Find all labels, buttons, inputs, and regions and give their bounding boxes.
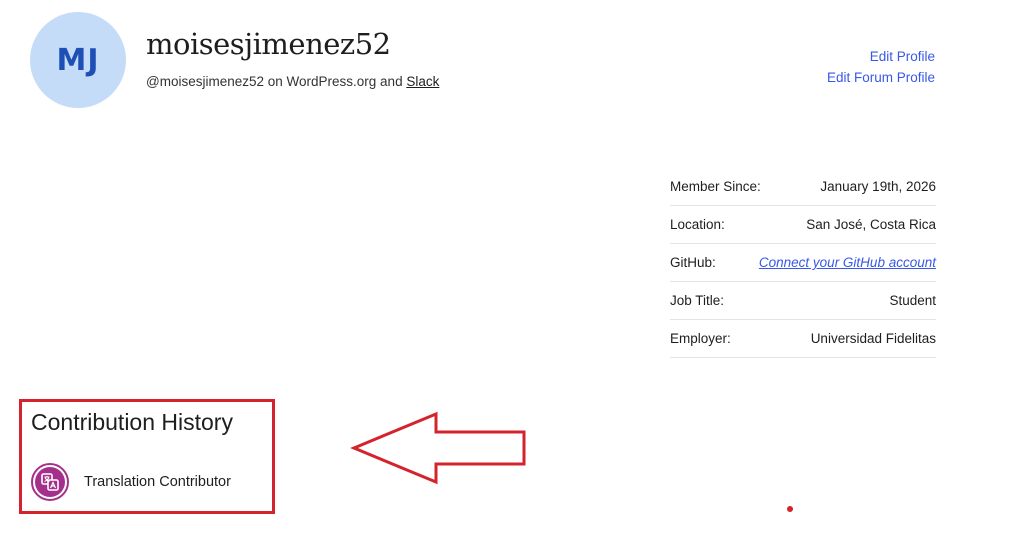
contribution-history-title: Contribution History xyxy=(31,409,233,435)
badge-label: Translation Contributor xyxy=(84,474,231,490)
edit-forum-profile-link[interactable]: Edit Forum Profile xyxy=(827,67,935,88)
profile-links: Edit Profile Edit Forum Profile xyxy=(827,46,935,88)
info-row-member-since: Member Since: January 19th, 2026 xyxy=(670,168,936,206)
profile-username: moisesjimenez52 xyxy=(146,27,391,61)
slack-link[interactable]: Slack xyxy=(406,74,439,89)
avatar: MJ xyxy=(30,12,126,108)
handle-text: @moisesjimenez52 on WordPress.org and xyxy=(146,74,407,89)
edit-profile-link[interactable]: Edit Profile xyxy=(827,46,935,67)
annotation-dot-icon xyxy=(787,506,793,512)
info-label: Job Title: xyxy=(670,293,725,308)
info-row-github: GitHub: Connect your GitHub account xyxy=(670,244,936,282)
info-value: January 19th, 2026 xyxy=(820,179,936,194)
avatar-initials: MJ xyxy=(56,42,100,78)
translation-icon xyxy=(31,463,69,501)
info-row-job-title: Job Title: Student xyxy=(670,282,936,320)
connect-github-link[interactable]: Connect your GitHub account xyxy=(759,255,936,270)
info-value: Student xyxy=(889,293,936,308)
info-row-employer: Employer: Universidad Fidelitas xyxy=(670,320,936,358)
profile-handle: @moisesjimenez52 on WordPress.org and Sl… xyxy=(146,74,439,89)
info-value: Universidad Fidelitas xyxy=(810,331,936,346)
contribution-badge: Translation Contributor xyxy=(31,463,231,501)
contribution-history-section: Contribution History Translation Contrib… xyxy=(19,399,275,514)
info-label: GitHub: xyxy=(670,255,716,270)
info-label: Employer: xyxy=(670,331,731,346)
profile-info-table: Member Since: January 19th, 2026 Locatio… xyxy=(670,168,936,358)
info-value: San José, Costa Rica xyxy=(806,217,936,232)
info-row-location: Location: San José, Costa Rica xyxy=(670,206,936,244)
info-label: Location: xyxy=(670,217,725,232)
info-label: Member Since: xyxy=(670,179,761,194)
annotation-arrow-icon xyxy=(350,411,526,485)
